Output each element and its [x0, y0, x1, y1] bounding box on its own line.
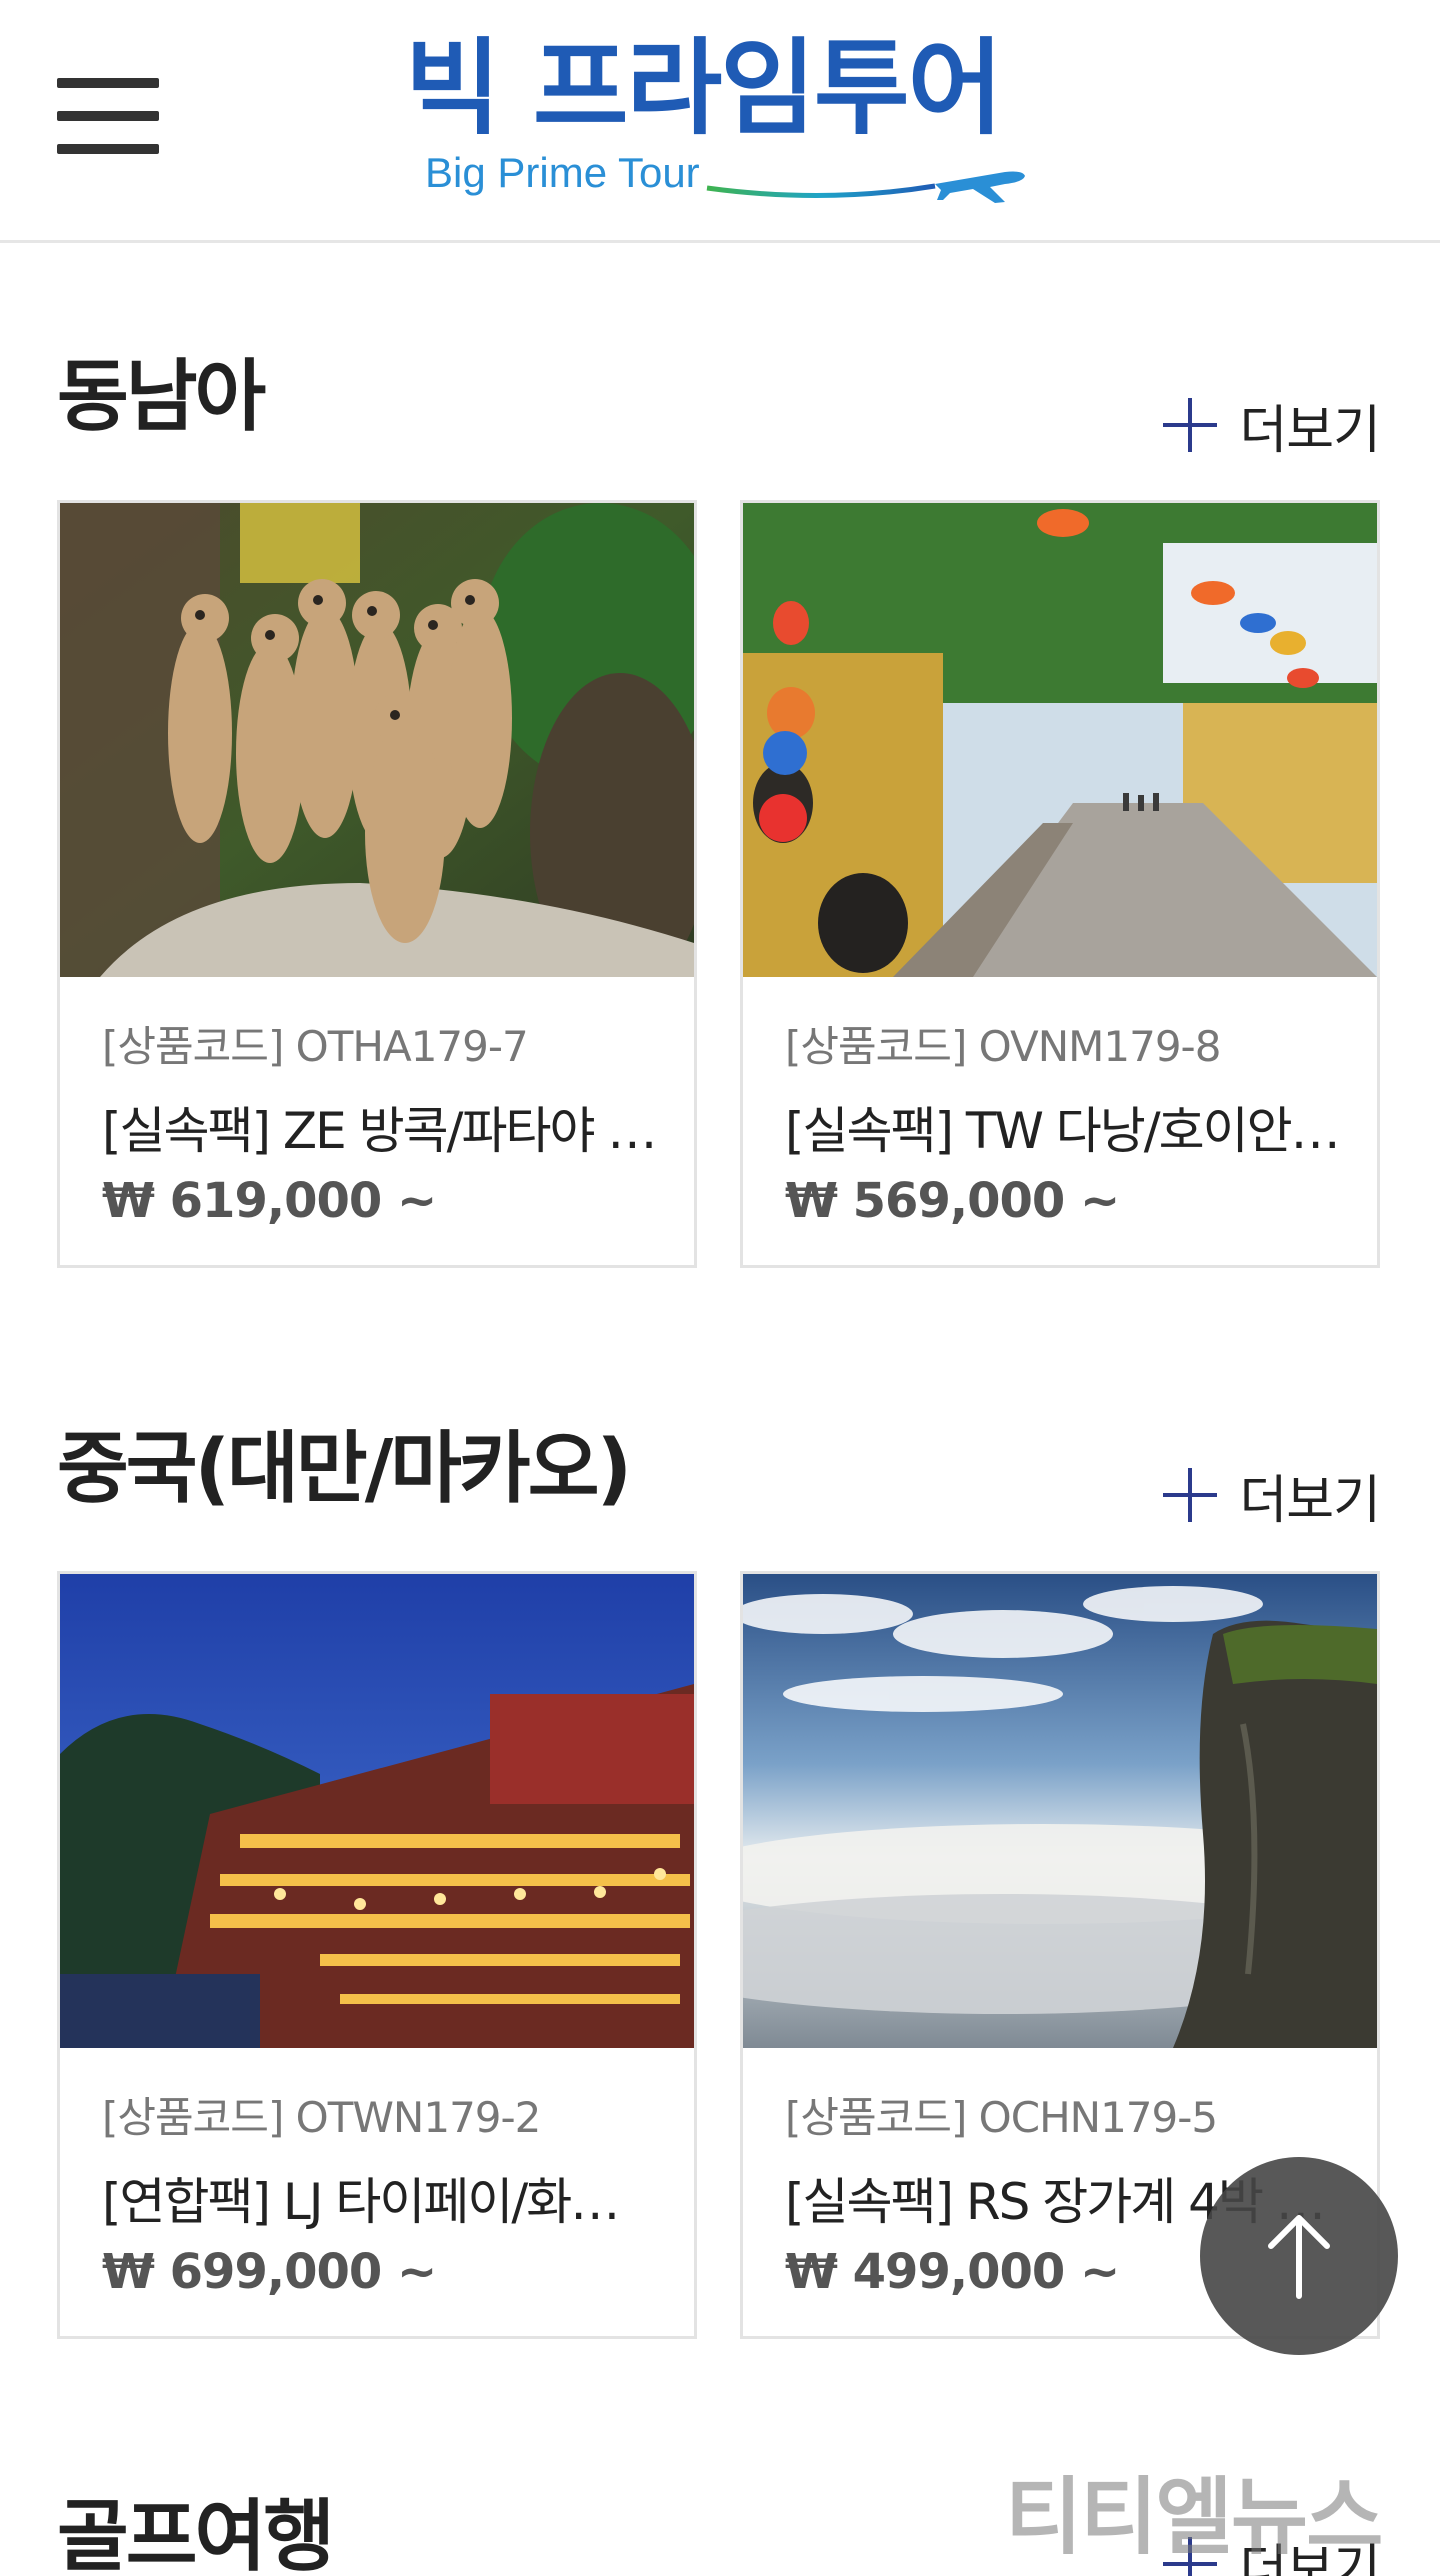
meerkats-photo: [60, 503, 694, 977]
product-price: ₩ 619,000 ~: [102, 1173, 437, 1229]
more-button-southeast-asia[interactable]: 더보기: [1163, 395, 1381, 461]
site-logo[interactable]: 빅 프라임투어 Big Prime Tour: [405, 28, 1035, 208]
more-label: 더보기: [1239, 400, 1381, 461]
watermark: 티티엘뉴스: [1005, 2468, 1383, 2566]
product-price: ₩ 699,000 ~: [102, 2244, 437, 2300]
section-title-southeast-asia: 동남아: [57, 352, 266, 442]
plus-icon: [1163, 1468, 1218, 1522]
product-code: [상품코드] OTWN179-2: [102, 2093, 541, 2142]
product-name: [실속팩] ZE 방콕/파타야 5일: [102, 1102, 662, 1160]
scroll-to-top-button[interactable]: [1200, 2157, 1398, 2355]
logo-english-text: Big Prime Tour: [425, 149, 700, 196]
hamburger-menu-icon[interactable]: [57, 78, 159, 154]
product-name: [실속팩] TW 다낭/호이안 5일: [785, 1102, 1345, 1160]
product-code: [상품코드] OTHA179-7: [102, 1022, 529, 1071]
product-code: [상품코드] OCHN179-5: [785, 2093, 1218, 2142]
arrow-up-icon: [1268, 2215, 1330, 2299]
airplane-icon: [706, 171, 1025, 203]
product-price: ₩ 569,000 ~: [785, 1173, 1120, 1229]
product-price: ₩ 499,000 ~: [785, 2244, 1120, 2300]
zhangjiajie-cliff-photo: [743, 1574, 1377, 2048]
site-header: 빅 프라임투어 Big Prime Tour: [0, 0, 1440, 243]
product-code: [상품코드] OVNM179-8: [785, 1022, 1221, 1071]
logo-korean-text: 빅 프라임투어: [405, 27, 1003, 149]
product-card[interactable]: [상품코드] OTWN179-2 [연합팩] LJ 타이페이/화련 4일 ₩ 6…: [57, 1571, 697, 2339]
hoian-lantern-street-photo: [743, 503, 1377, 977]
product-card[interactable]: [상품코드] OTHA179-7 [실속팩] ZE 방콕/파타야 5일 ₩ 61…: [57, 500, 697, 1268]
section-title-china-taiwan-macau: 중국(대만/마카오): [57, 1424, 632, 1514]
more-button-china-taiwan-macau[interactable]: 더보기: [1163, 1465, 1381, 1531]
jiufen-night-photo: [60, 1574, 694, 2048]
plus-icon: [1163, 398, 1218, 452]
section-title-golf-travel: 골프여행: [57, 2492, 335, 2576]
product-name: [연합팩] LJ 타이페이/화련 4일: [102, 2173, 662, 2231]
product-card[interactable]: [상품코드] OVNM179-8 [실속팩] TW 다낭/호이안 5일 ₩ 56…: [740, 500, 1380, 1268]
more-label: 더보기: [1239, 1470, 1381, 1531]
